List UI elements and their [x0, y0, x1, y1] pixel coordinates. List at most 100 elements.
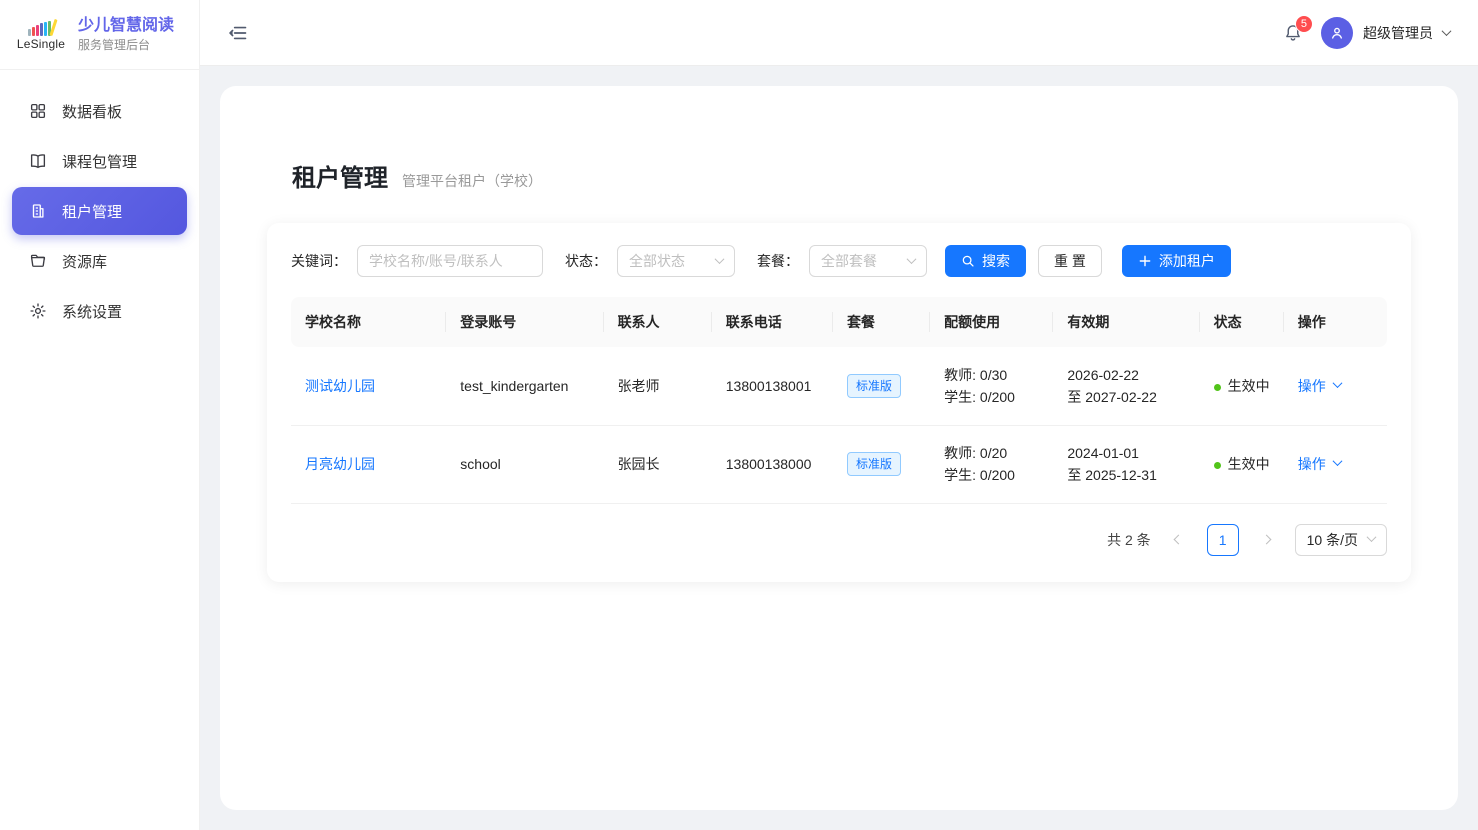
valid-to: 至 2027-02-22	[1067, 386, 1185, 408]
sidebar-collapse-button[interactable]	[228, 23, 248, 43]
search-button[interactable]: 搜索	[945, 245, 1026, 277]
col-phone: 联系电话	[712, 297, 833, 347]
valid-from: 2024-01-01	[1067, 442, 1185, 464]
chevron-down-icon	[1332, 456, 1342, 466]
reset-button[interactable]: 重 置	[1038, 245, 1102, 277]
plan-label: 套餐：	[757, 251, 799, 271]
phone-cell: 13800138000	[712, 425, 833, 503]
row-actions-dropdown[interactable]: 操作	[1298, 454, 1341, 474]
status-cell: 生效中	[1200, 425, 1284, 503]
login-account-cell: test_kindergarten	[446, 347, 603, 425]
valid-from: 2026-02-22	[1067, 364, 1185, 386]
brand-subtitle: 服务管理后台	[78, 38, 174, 53]
sidebar-item-label: 资源库	[62, 251, 107, 272]
add-tenant-button-label: 添加租户	[1159, 251, 1215, 271]
valid-to: 至 2025-12-31	[1067, 464, 1185, 486]
dashboard-icon	[28, 101, 48, 121]
status-select-value: 全部状态	[629, 251, 685, 271]
status-active-dot	[1214, 384, 1221, 391]
page-title: 租户管理	[292, 158, 388, 193]
tenant-panel: 关键词： 状态： 全部状态 套餐： 全部套餐	[267, 223, 1411, 582]
plan-select-value: 全部套餐	[821, 251, 877, 271]
pagination: 共 2 条 1 10 条/页	[291, 524, 1387, 556]
book-icon	[28, 151, 48, 171]
quota-teacher: 教师: 0/20	[944, 442, 1039, 464]
status-cell: 生效中	[1200, 347, 1284, 425]
quota-student: 学生: 0/200	[944, 464, 1039, 486]
table-row: 测试幼儿园 test_kindergarten 张老师 13800138001 …	[291, 347, 1387, 425]
page-size-select[interactable]: 10 条/页	[1295, 524, 1387, 556]
sidebar: LeSingle 少儿智慧阅读 服务管理后台 数据看板 课程包	[0, 0, 200, 830]
notification-bell-button[interactable]: 5	[1283, 23, 1303, 43]
keyword-label: 关键词：	[291, 251, 347, 271]
next-page-button[interactable]	[1253, 526, 1281, 554]
chevron-down-icon	[715, 254, 725, 264]
page-number-button[interactable]: 1	[1207, 524, 1239, 556]
plan-tag: 标准版	[847, 452, 901, 476]
brand-title: 少儿智慧阅读	[78, 16, 174, 36]
quota-teacher: 教师: 0/30	[944, 364, 1039, 386]
plan-tag: 标准版	[847, 374, 901, 398]
user-name: 超级管理员	[1363, 23, 1433, 43]
col-contact: 联系人	[604, 297, 712, 347]
col-actions: 操作	[1284, 297, 1387, 347]
keyword-input[interactable]	[357, 245, 543, 277]
search-button-label: 搜索	[982, 251, 1010, 271]
col-status: 状态	[1200, 297, 1284, 347]
gear-icon	[28, 301, 48, 321]
login-account-cell: school	[446, 425, 603, 503]
col-validity: 有效期	[1053, 297, 1199, 347]
status-badge: 生效中	[1228, 378, 1270, 394]
sidebar-item-resources[interactable]: 资源库	[12, 237, 187, 285]
lesingle-logo-icon: LeSingle	[14, 18, 68, 51]
row-actions-label: 操作	[1298, 454, 1326, 474]
phone-cell: 13800138001	[712, 347, 833, 425]
chevron-down-icon	[1367, 532, 1377, 542]
brand-logo: LeSingle 少儿智慧阅读 服务管理后台	[0, 0, 199, 70]
add-tenant-button[interactable]: 添加租户	[1122, 245, 1231, 277]
user-menu[interactable]: 超级管理员	[1321, 17, 1450, 49]
sidebar-item-course-packages[interactable]: 课程包管理	[12, 137, 187, 185]
sidebar-item-dashboard[interactable]: 数据看板	[12, 87, 187, 135]
table-row: 月亮幼儿园 school 张园长 13800138000 标准版 教师: 0/2…	[291, 425, 1387, 503]
school-name-link[interactable]: 测试幼儿园	[305, 378, 375, 394]
logo-wordmark: LeSingle	[17, 37, 65, 51]
sidebar-item-settings[interactable]: 系统设置	[12, 287, 187, 335]
content-area: 租户管理 管理平台租户（学校） 关键词： 状态： 全部状态 套餐： 全部套餐	[200, 66, 1478, 830]
sidebar-item-tenants[interactable]: 租户管理	[12, 187, 187, 235]
page-size-value: 10 条/页	[1307, 530, 1358, 550]
notification-count-badge: 5	[1295, 15, 1313, 33]
status-label: 状态：	[565, 251, 607, 271]
tenant-table: 学校名称 登录账号 联系人 联系电话 套餐 配额使用 有效期 状态 操作	[291, 297, 1387, 504]
contact-cell: 张老师	[604, 347, 712, 425]
sidebar-item-label: 租户管理	[62, 201, 122, 222]
chevron-down-icon	[1332, 378, 1342, 388]
chevron-left-icon	[1174, 535, 1184, 545]
status-select[interactable]: 全部状态	[617, 245, 735, 277]
col-plan: 套餐	[833, 297, 930, 347]
chevron-right-icon	[1262, 535, 1272, 545]
building-icon	[28, 201, 48, 221]
chevron-down-icon	[907, 254, 917, 264]
col-quota: 配额使用	[930, 297, 1053, 347]
sidebar-item-label: 数据看板	[62, 101, 122, 122]
status-active-dot	[1214, 462, 1221, 469]
plus-icon	[1138, 254, 1152, 268]
row-actions-dropdown[interactable]: 操作	[1298, 376, 1341, 396]
sidebar-item-label: 系统设置	[62, 301, 122, 322]
folder-icon	[28, 251, 48, 271]
prev-page-button[interactable]	[1165, 526, 1193, 554]
filter-bar: 关键词： 状态： 全部状态 套餐： 全部套餐	[291, 245, 1387, 277]
sidebar-nav: 数据看板 课程包管理 租户管理	[0, 70, 199, 352]
sidebar-item-label: 课程包管理	[62, 151, 137, 172]
chevron-down-icon	[1442, 26, 1452, 36]
row-actions-label: 操作	[1298, 376, 1326, 396]
plan-select[interactable]: 全部套餐	[809, 245, 927, 277]
avatar	[1321, 17, 1353, 49]
school-name-link[interactable]: 月亮幼儿园	[305, 456, 375, 472]
contact-cell: 张园长	[604, 425, 712, 503]
status-badge: 生效中	[1228, 456, 1270, 472]
col-school-name: 学校名称	[291, 297, 446, 347]
top-header: 5 超级管理员	[200, 0, 1478, 66]
table-header-row: 学校名称 登录账号 联系人 联系电话 套餐 配额使用 有效期 状态 操作	[291, 297, 1387, 347]
